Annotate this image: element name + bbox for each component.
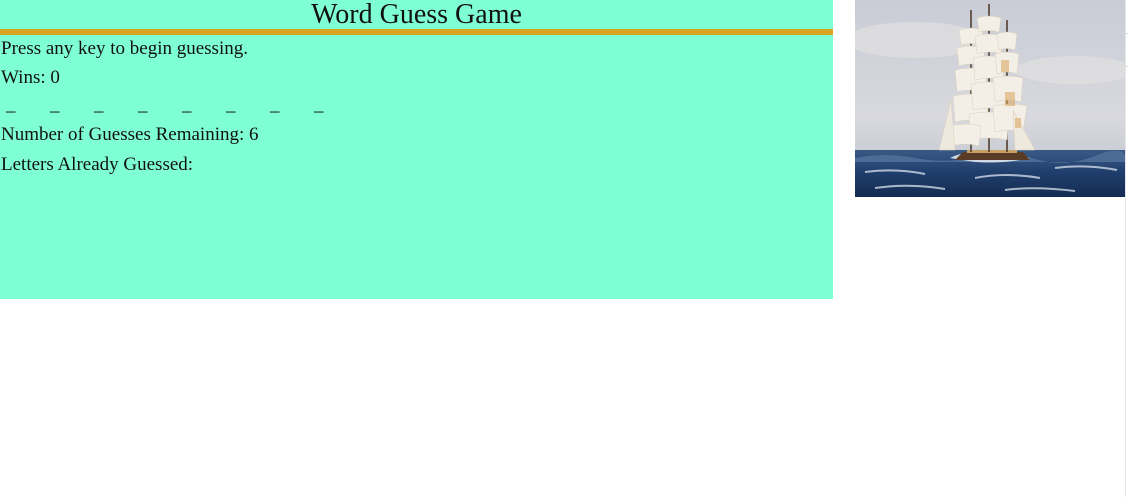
guesses-remaining-label: Number of Guesses Remaining:	[1, 124, 245, 145]
letter-blank: _	[270, 94, 280, 115]
letter-blank: _	[182, 94, 192, 115]
page: Word Guess Game Press any key to begin g…	[0, 0, 1128, 497]
wins-label: Wins:	[1, 67, 46, 88]
letters-guessed-label: Letters Already Guessed:	[1, 154, 194, 175]
letter-blank: _	[138, 94, 148, 115]
letter-blank: _	[94, 94, 104, 115]
guesses-remaining-count: 6	[249, 124, 259, 145]
wins-count: 0	[50, 67, 60, 88]
ship-painting-image	[855, 0, 1125, 197]
instructions-text: Press any key to begin guessing.	[1, 38, 248, 59]
letter-blank: _	[226, 94, 236, 115]
game-panel: Word Guess Game Press any key to begin g…	[0, 0, 833, 299]
letter-blank: _	[6, 94, 16, 115]
window-edge-divider	[1125, 0, 1126, 497]
wins-row: Wins: 0	[0, 63, 833, 93]
letters-guessed-row: Letters Already Guessed:	[0, 150, 833, 180]
letter-blank: _	[314, 94, 324, 115]
game-title: Word Guess Game	[311, 0, 522, 30]
guesses-remaining-row: Number of Guesses Remaining: 6	[0, 120, 833, 150]
word-blanks: _ _ _ _ _ _ _ _	[0, 93, 833, 120]
letter-blank: _	[50, 94, 60, 115]
